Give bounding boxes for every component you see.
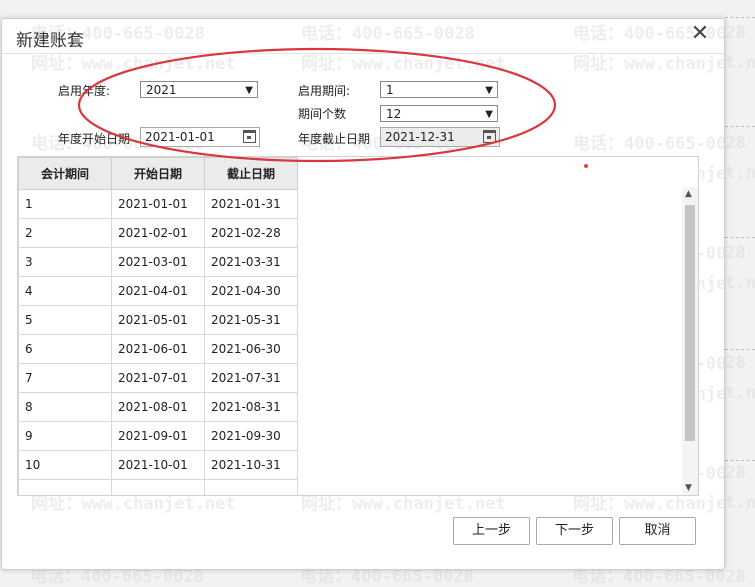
end-date-cell[interactable]: 2021-02-28 <box>204 218 298 248</box>
empty-cell <box>204 479 298 495</box>
end-date-cell[interactable]: 2021-01-31 <box>204 189 298 219</box>
divider <box>725 126 755 127</box>
divider <box>725 349 755 350</box>
calendar-icon[interactable] <box>243 130 256 143</box>
calendar-icon[interactable] <box>483 130 496 143</box>
divider <box>725 460 755 461</box>
period-cell[interactable]: 3 <box>18 247 112 277</box>
period-cell[interactable]: 7 <box>18 363 112 393</box>
annotation-dot <box>584 164 588 168</box>
period-cell[interactable]: 6 <box>18 334 112 364</box>
watermark-text: 电话：400-665-0028 <box>573 563 724 569</box>
end-date-cell[interactable]: 2021-08-31 <box>204 392 298 422</box>
table-row[interactable]: 7 2021-07-01 2021-07-31 <box>18 363 298 393</box>
start-date-cell[interactable]: 2021-06-01 <box>111 334 205 364</box>
table-row[interactable]: 10 2021-10-01 2021-10-31 <box>18 450 298 480</box>
year-end-date-input[interactable]: 2021-12-31 <box>380 127 500 147</box>
watermark-text: 电话：400-665-0028 <box>301 563 475 569</box>
end-date-cell[interactable]: 2021-09-30 <box>204 421 298 451</box>
start-year-label: 启用年度: <box>58 84 111 98</box>
new-account-set-dialog: 电话：400-665-0028 电话：400-665-0028 电话：400-665… <box>1 18 725 570</box>
start-date-cell[interactable]: 2021-10-01 <box>111 450 205 480</box>
divider <box>725 237 755 238</box>
year-end-date-value: 2021-12-31 <box>385 130 455 144</box>
table-row[interactable]: 9 2021-09-01 2021-09-30 <box>18 421 298 451</box>
start-date-cell[interactable]: 2021-08-01 <box>111 392 205 422</box>
dialog-title: 新建账套 <box>16 31 84 51</box>
title-divider <box>2 53 724 54</box>
chevron-down-icon: ▼ <box>485 109 493 120</box>
period-count-label: 期间个数 <box>298 107 347 121</box>
column-header[interactable]: 截止日期 <box>204 157 298 190</box>
start-year-value: 2021 <box>146 83 177 97</box>
table-row[interactable] <box>18 479 298 495</box>
period-count-value: 12 <box>386 107 402 121</box>
period-count-select[interactable]: 12 ▼ <box>380 105 498 122</box>
previous-step-button[interactable]: 上一步 <box>453 517 530 545</box>
period-cell[interactable]: 9 <box>18 421 112 451</box>
end-date-cell[interactable]: 2021-06-30 <box>204 334 298 364</box>
start-year-select[interactable]: 2021 ▼ <box>140 81 258 98</box>
watermark-text: 电话：400-665-0028 <box>31 563 205 569</box>
empty-cell <box>111 479 205 495</box>
year-start-date-label: 年度开始日期 <box>58 132 131 146</box>
chevron-down-icon: ▼ <box>245 85 253 96</box>
end-date-cell[interactable]: 2021-07-31 <box>204 363 298 393</box>
cancel-button[interactable]: 取消 <box>619 517 696 545</box>
table-row[interactable]: 4 2021-04-01 2021-04-30 <box>18 276 298 306</box>
table-row[interactable]: 6 2021-06-01 2021-06-30 <box>18 334 298 364</box>
chevron-down-icon: ▼ <box>485 85 493 96</box>
year-end-date-label: 年度截止日期 <box>298 132 371 146</box>
table-header-row: 会计期间 开始日期 截止日期 <box>18 157 298 190</box>
start-period-label: 启用期间: <box>298 84 351 98</box>
close-icon[interactable]: ✕ <box>690 23 710 45</box>
end-date-cell[interactable]: 2021-03-31 <box>204 247 298 277</box>
period-cell[interactable]: 5 <box>18 305 112 335</box>
watermark-text: 电话：400-665-0028 <box>301 24 475 44</box>
table-row[interactable]: 2 2021-02-01 2021-02-28 <box>18 218 298 248</box>
scrollbar-thumb[interactable] <box>685 205 695 441</box>
start-date-cell[interactable]: 2021-05-01 <box>111 305 205 335</box>
empty-cell <box>18 479 112 495</box>
table-row[interactable]: 8 2021-08-01 2021-08-31 <box>18 392 298 422</box>
watermark-text: 电话：400-665-0028 <box>573 134 725 154</box>
start-date-cell[interactable]: 2021-07-01 <box>111 363 205 393</box>
period-cell[interactable]: 1 <box>18 189 112 219</box>
next-step-button[interactable]: 下一步 <box>536 517 613 545</box>
start-date-cell[interactable]: 2021-03-01 <box>111 247 205 277</box>
end-date-cell[interactable]: 2021-05-31 <box>204 305 298 335</box>
start-date-cell[interactable]: 2021-01-01 <box>111 189 205 219</box>
period-cell[interactable]: 8 <box>18 392 112 422</box>
start-date-cell[interactable]: 2021-09-01 <box>111 421 205 451</box>
period-cell[interactable]: 4 <box>18 276 112 306</box>
end-date-cell[interactable]: 2021-04-30 <box>204 276 298 306</box>
period-cell[interactable]: 10 <box>18 450 112 480</box>
start-date-cell[interactable]: 2021-02-01 <box>111 218 205 248</box>
end-date-cell[interactable]: 2021-10-31 <box>204 450 298 480</box>
period-grid: 会计期间 开始日期 截止日期 1 2021-01-01 2021-01-31 2 202… <box>17 156 699 496</box>
divider <box>725 17 755 18</box>
vertical-scrollbar[interactable]: ▲ ▼ <box>682 187 698 495</box>
column-header[interactable]: 开始日期 <box>111 157 205 190</box>
year-start-date-value: 2021-01-01 <box>145 130 215 144</box>
table-row[interactable]: 3 2021-03-01 2021-03-31 <box>18 247 298 277</box>
table-row[interactable]: 1 2021-01-01 2021-01-31 <box>18 189 298 219</box>
scroll-down-icon[interactable]: ▼ <box>685 483 692 493</box>
year-start-date-input[interactable]: 2021-01-01 <box>140 127 260 147</box>
table-row[interactable]: 5 2021-05-01 2021-05-31 <box>18 305 298 335</box>
column-header[interactable]: 会计期间 <box>18 157 112 190</box>
period-table: 会计期间 开始日期 截止日期 1 2021-01-01 2021-01-31 2 202… <box>18 157 298 495</box>
scroll-up-icon[interactable]: ▲ <box>685 189 692 199</box>
start-period-value: 1 <box>386 83 394 97</box>
start-date-cell[interactable]: 2021-04-01 <box>111 276 205 306</box>
period-cell[interactable]: 2 <box>18 218 112 248</box>
start-period-select[interactable]: 1 ▼ <box>380 81 498 98</box>
